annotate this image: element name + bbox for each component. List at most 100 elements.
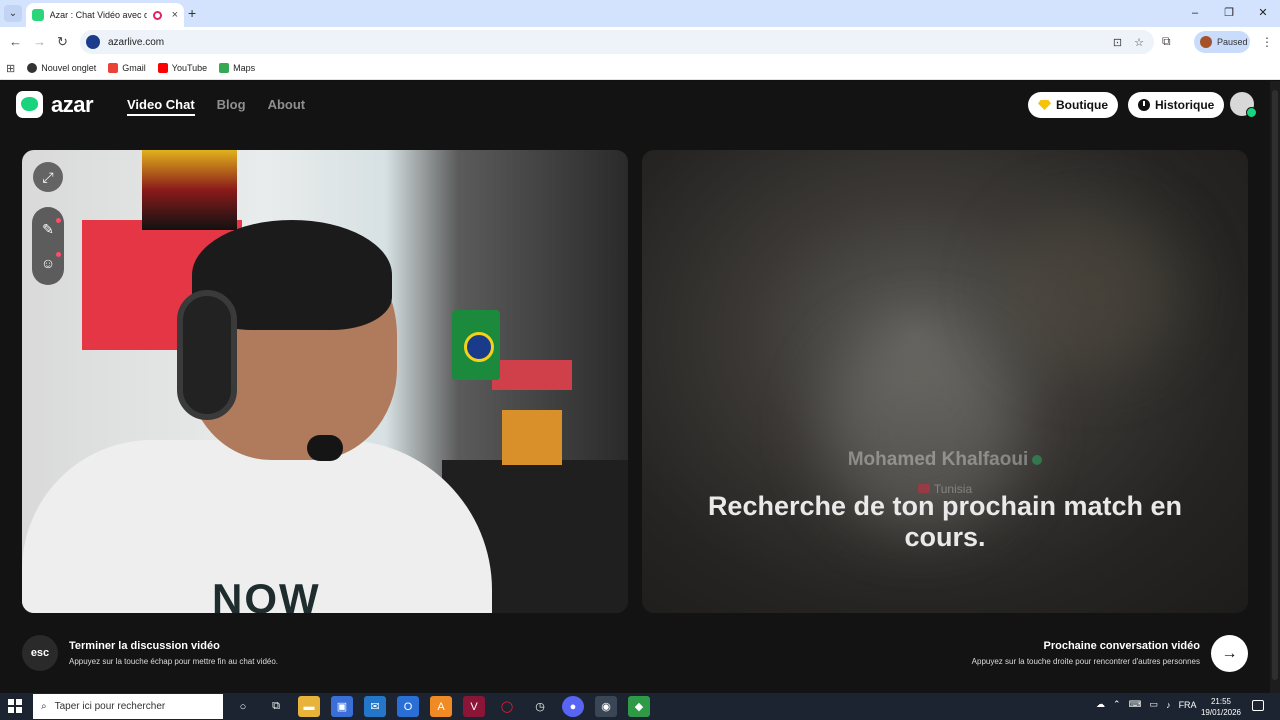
azar-logo-icon <box>16 91 43 118</box>
user-profile-avatar[interactable] <box>1230 92 1257 118</box>
recording-indicator-icon <box>152 10 162 20</box>
weather-icon[interactable]: ☁ <box>1096 699 1105 710</box>
browser-tab-bar: ⌄ Azar : Chat Vidéo avec de n × + – ❐ ✕ <box>0 0 1280 27</box>
historique-button[interactable]: Historique <box>1128 92 1225 118</box>
scrollbar-thumb[interactable] <box>1272 90 1278 680</box>
boutique-button[interactable]: Boutique <box>1028 92 1118 118</box>
tab-close-icon[interactable]: × <box>172 9 178 21</box>
next-chat-title: Prochaine conversation vidéo <box>1043 640 1201 652</box>
search-status: Recherche de ton prochain match en cours… <box>707 491 1183 552</box>
notifications-icon[interactable] <box>1252 700 1264 711</box>
install-app-icon[interactable]: ⊡ <box>1113 36 1122 49</box>
app-a-icon[interactable]: A <box>430 696 452 717</box>
minimize-button[interactable]: – <box>1178 0 1212 27</box>
taskbar-apps: ○ ⧉ ▬ ▣ ✉ O A V ◯ ◷ ● ◉ ◆ <box>232 696 650 717</box>
azar-app: azar Video Chat Blog About Boutique Hist… <box>0 81 1270 693</box>
azar-logo[interactable]: azar <box>16 91 94 118</box>
tray-chevron-icon[interactable]: ⌃ <box>1113 699 1121 710</box>
file-explorer-icon[interactable]: ▬ <box>298 696 320 717</box>
more-menu-icon[interactable]: ⋮ <box>1261 35 1273 49</box>
bookmark-nouvel-onglet[interactable]: Nouvel onglet <box>27 63 96 73</box>
address-bar: ← → ↻ azarlive.com ⊡ ☆ ⧉ Paused ⋮ <box>0 27 1280 57</box>
language-indicator[interactable]: FRA <box>1179 700 1197 710</box>
end-chat-subtitle: Appuyez sur la touche échap pour mettre … <box>69 657 279 666</box>
app-clock-icon[interactable]: ◷ <box>529 696 551 717</box>
cortana-icon[interactable]: ○ <box>232 696 254 717</box>
new-tab-button[interactable]: + <box>188 5 196 21</box>
system-tray: ☁ ⌃ ⌨ ▭ ♪ FRA <box>1096 699 1197 710</box>
beauty-filter-icon[interactable]: ✎ <box>32 213 64 245</box>
chrome-taskbar-icon[interactable]: ◉ <box>595 696 617 717</box>
apps-grid-icon[interactable]: ⊞ <box>6 62 15 75</box>
browser-tab[interactable]: Azar : Chat Vidéo avec de n × <box>26 3 184 27</box>
outlook-icon[interactable]: O <box>397 696 419 717</box>
forward-arrow-icon[interactable]: → <box>33 34 46 49</box>
nav-about[interactable]: About <box>268 97 306 116</box>
bookmark-youtube[interactable]: YouTube <box>157 63 208 73</box>
restore-button[interactable]: ❐ <box>1212 0 1246 27</box>
url-field[interactable]: azarlive.com ⊡ ☆ <box>80 30 1154 54</box>
discord-icon[interactable]: ● <box>562 696 584 717</box>
diamond-icon <box>1038 100 1051 110</box>
brazil-flag <box>452 310 500 380</box>
windows-start-icon[interactable] <box>8 699 22 713</box>
bluestacks-icon[interactable]: ◆ <box>628 696 650 717</box>
tab-search-icon[interactable]: ⌄ <box>4 5 22 22</box>
bookmark-label: Gmail <box>122 63 146 73</box>
next-chat-arrow-icon[interactable]: → <box>1211 635 1248 672</box>
peer-name-text: Mohamed Khalfaoui <box>847 449 1029 470</box>
bookmark-star-icon[interactable]: ☆ <box>1134 36 1144 49</box>
opera-icon[interactable]: ◯ <box>496 696 518 717</box>
back-arrow-icon[interactable]: ← <box>9 34 22 49</box>
profile-avatar <box>1200 36 1212 48</box>
gmail-icon <box>108 63 119 73</box>
reload-icon[interactable]: ↻ <box>57 34 68 50</box>
next-chat-subtitle: Appuyez sur la touche droite pour rencon… <box>971 657 1200 666</box>
window-controls: – ❐ ✕ <box>1178 0 1280 27</box>
app-v-icon[interactable]: V <box>463 696 485 717</box>
close-window-button[interactable]: ✕ <box>1246 0 1280 27</box>
bookmarks-bar: ⊞ Nouvel onglet Gmail YouTube Maps <box>0 57 1280 80</box>
profile-paused-button[interactable]: Paused <box>1194 31 1250 53</box>
nav-blog[interactable]: Blog <box>217 97 246 116</box>
battery-icon[interactable]: ▭ <box>1150 699 1159 710</box>
omnibox-actions: ⊡ ☆ <box>1113 36 1144 49</box>
azar-favicon-icon <box>32 9 44 21</box>
sweater-print: NOW <box>212 575 321 613</box>
task-view-icon[interactable]: ⧉ <box>265 696 287 717</box>
end-chat-button[interactable]: esc <box>22 635 58 671</box>
taskbar-search-placeholder: Taper ici pour rechercher <box>54 701 166 712</box>
scarf <box>142 150 237 230</box>
youtube-icon <box>157 63 168 73</box>
face-mask-icon[interactable]: ☺ <box>32 247 64 279</box>
fullscreen-icon[interactable]: ⤢ <box>33 162 63 192</box>
maps-icon <box>219 63 230 73</box>
network-icon[interactable]: ⌨ <box>1129 699 1142 710</box>
url-text: azarlive.com <box>108 36 165 48</box>
mail-icon[interactable]: ✉ <box>364 696 386 717</box>
headset-mic <box>307 435 343 461</box>
windows-taskbar: ⌕ Taper ici pour rechercher ○ ⧉ ▬ ▣ ✉ O … <box>0 693 1280 720</box>
historique-label: Historique <box>1155 98 1215 112</box>
main-nav: Video Chat Blog About <box>127 97 305 116</box>
site-info-icon[interactable] <box>86 35 100 49</box>
search-icon: ⌕ <box>41 701 47 712</box>
peer-video: Mohamed Khalfaoui Tunisia Recherche de t… <box>642 150 1248 613</box>
clock-icon <box>1138 99 1150 111</box>
bookmark-gmail[interactable]: Gmail <box>108 63 146 73</box>
tab-title: Azar : Chat Vidéo avec de n <box>49 10 147 20</box>
taskbar-search[interactable]: ⌕ Taper ici pour rechercher <box>33 694 223 719</box>
nav-video-chat[interactable]: Video Chat <box>127 97 195 116</box>
bookmark-maps[interactable]: Maps <box>219 63 255 73</box>
date-text: 19/01/2026 <box>1200 708 1242 717</box>
red-box <box>492 360 572 390</box>
chrome-icon <box>27 63 38 73</box>
store-icon[interactable]: ▣ <box>331 696 353 717</box>
orange-box <box>502 410 562 465</box>
self-video: NOW <box>22 150 628 613</box>
extensions-icon[interactable]: ⧉ <box>1162 34 1171 49</box>
taskbar-clock[interactable]: 21:55 19/01/2026 <box>1200 696 1242 718</box>
volume-icon[interactable]: ♪ <box>1166 700 1171 710</box>
blurred-shape <box>1002 210 1182 370</box>
bookmark-label: YouTube <box>171 63 208 73</box>
